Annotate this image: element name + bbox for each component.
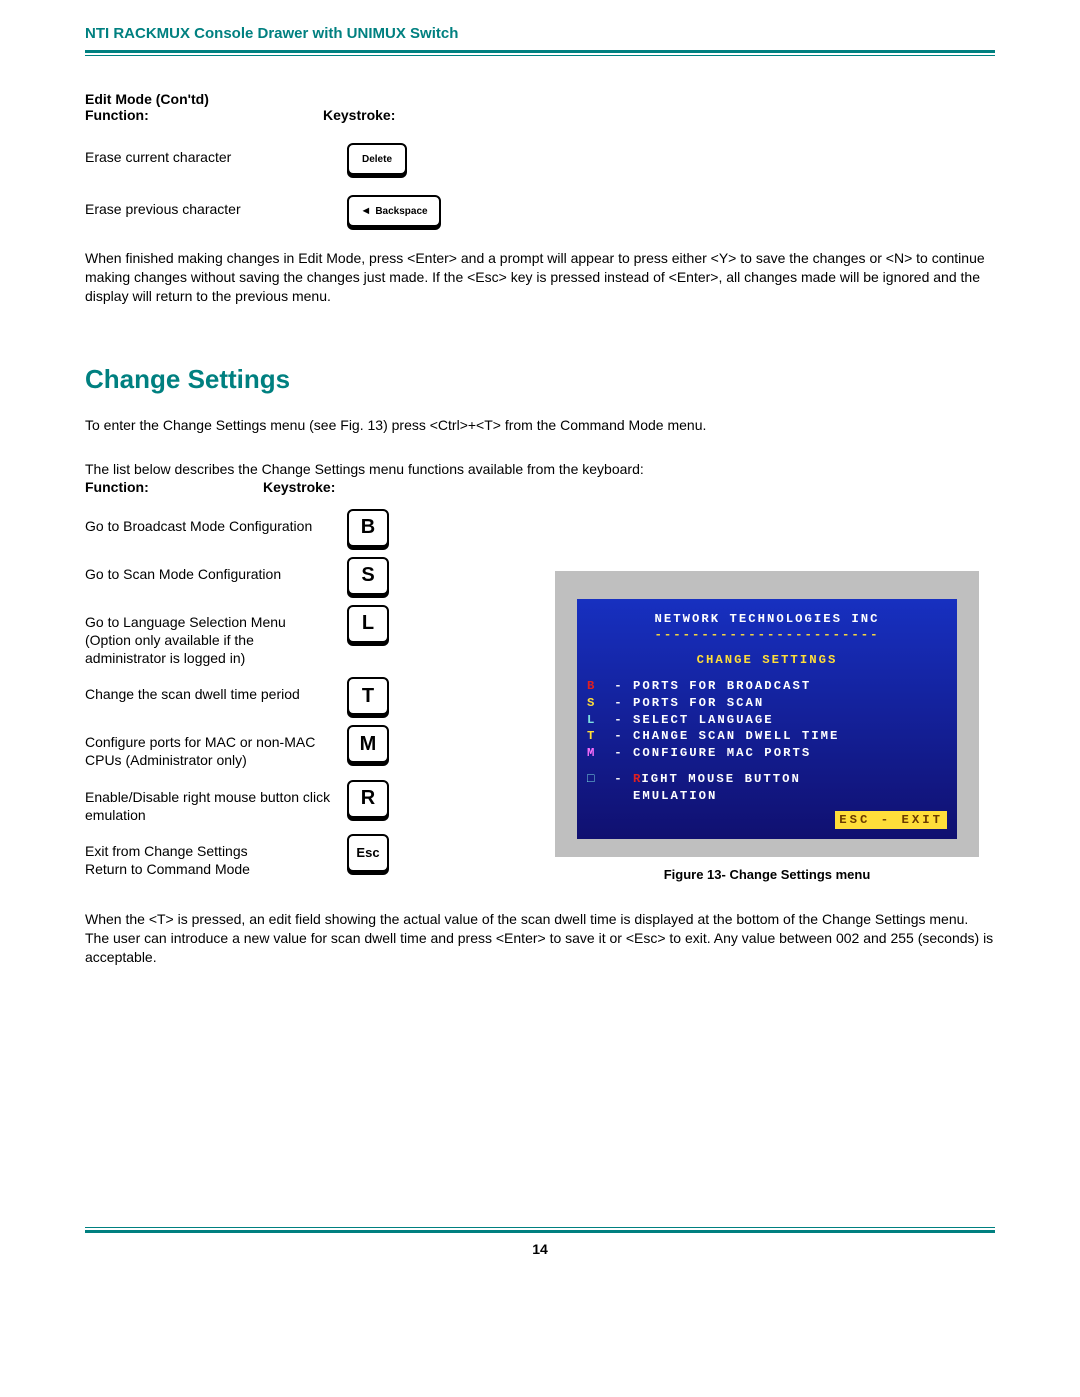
osd-item: □-RIGHT MOUSE BUTTON xyxy=(587,771,947,788)
settings-row-main: Go to Language Selection Menu xyxy=(85,614,286,630)
settings-row-label: Go to Scan Mode Configuration xyxy=(85,557,347,583)
footer-rule xyxy=(85,1227,995,1233)
osd-text: PORTS FOR BROADCAST xyxy=(633,678,811,695)
page-header-title: NTI RACKMUX Console Drawer with UNIMUX S… xyxy=(85,25,995,42)
edit-mode-title: Edit Mode (Con'td) xyxy=(85,91,995,107)
edit-row-label: Erase current character xyxy=(85,143,347,165)
change-settings-intro: To enter the Change Settings menu (see F… xyxy=(85,417,995,433)
arrow-left-icon: ◄ xyxy=(360,205,371,217)
edit-keystroke-header: Keystroke: xyxy=(323,107,395,123)
osd-item: M-CONFIGURE MAC PORTS xyxy=(587,745,947,762)
edit-mode-paragraph: When finished making changes in Edit Mod… xyxy=(85,249,995,306)
settings-row: Go to Scan Mode Configuration S xyxy=(85,557,505,595)
cs-function-header: Function: xyxy=(85,479,263,495)
change-settings-heading: Change Settings xyxy=(85,364,995,395)
osd-key: T xyxy=(587,728,605,745)
page-number: 14 xyxy=(85,1241,995,1257)
osd-screen: NETWORK TECHNOLOGIES INC ---------------… xyxy=(577,599,957,840)
settings-row-label: Enable/Disable right mouse button click … xyxy=(85,780,347,824)
figure-13: NETWORK TECHNOLOGIES INC ---------------… xyxy=(555,571,979,883)
settings-row-label: Go to Broadcast Mode Configuration xyxy=(85,509,347,535)
key-s-icon: S xyxy=(347,557,389,595)
edit-row: Erase previous character ◄ Backspace xyxy=(85,195,995,227)
change-settings-outro: When the <T> is pressed, an edit field s… xyxy=(85,910,995,967)
osd-key: L xyxy=(587,712,605,729)
cs-keystroke-header: Keystroke: xyxy=(263,479,335,495)
edit-function-header: Function: xyxy=(85,107,323,123)
osd-text: CONFIGURE MAC PORTS xyxy=(633,745,811,762)
settings-row: Go to Language Selection Menu (Option on… xyxy=(85,605,505,668)
osd-item: L-SELECT LANGUAGE xyxy=(587,712,947,729)
key-l-icon: L xyxy=(347,605,389,643)
osd-item: B-PORTS FOR BROADCAST xyxy=(587,678,947,695)
edit-row-label: Erase previous character xyxy=(85,195,347,217)
key-t-icon: T xyxy=(347,677,389,715)
osd-title: NETWORK TECHNOLOGIES INC xyxy=(587,611,947,628)
osd-exit: ESC - EXIT xyxy=(835,811,947,830)
settings-row: Enable/Disable right mouse button click … xyxy=(85,780,505,824)
change-settings-list-intro: The list below describes the Change Sett… xyxy=(85,461,995,477)
osd-frame: NETWORK TECHNOLOGIES INC ---------------… xyxy=(555,571,979,858)
settings-row-label: Configure ports for MAC or non-MAC CPUs … xyxy=(85,725,347,769)
osd-text: RIGHT MOUSE BUTTON xyxy=(633,771,801,788)
osd-item: T-CHANGE SCAN DWELL TIME xyxy=(587,728,947,745)
backspace-key-label: Backspace xyxy=(375,206,427,217)
settings-row-label: Change the scan dwell time period xyxy=(85,677,347,703)
osd-key: B xyxy=(587,678,605,695)
key-m-icon: M xyxy=(347,725,389,763)
osd-text: PORTS FOR SCAN xyxy=(633,695,764,712)
backspace-key-icon: ◄ Backspace xyxy=(347,195,441,227)
edit-row: Erase current character Delete xyxy=(85,143,995,175)
key-r-icon: R xyxy=(347,780,389,818)
osd-rb1: IGHT MOUSE BUTTON xyxy=(641,772,800,786)
key-b-icon: B xyxy=(347,509,389,547)
key-esc-icon: Esc xyxy=(347,834,389,872)
settings-row: Go to Broadcast Mode Configuration B xyxy=(85,509,505,547)
osd-key: S xyxy=(587,695,605,712)
osd-key: M xyxy=(587,745,605,762)
settings-row: Change the scan dwell time period T xyxy=(85,677,505,715)
settings-row: Configure ports for MAC or non-MAC CPUs … xyxy=(85,725,505,769)
header-rule xyxy=(85,50,995,56)
osd-item: -EMULATION xyxy=(587,788,947,805)
settings-row-label: Exit from Change Settings Return to Comm… xyxy=(85,834,347,878)
osd-text: CHANGE SCAN DWELL TIME xyxy=(633,728,839,745)
delete-key-icon: Delete xyxy=(347,143,407,175)
settings-function-list: Go to Broadcast Mode Configuration B Go … xyxy=(85,509,505,889)
figure-caption: Figure 13- Change Settings menu xyxy=(555,867,979,882)
settings-row: Exit from Change Settings Return to Comm… xyxy=(85,834,505,878)
settings-row-label: Go to Language Selection Menu (Option on… xyxy=(85,605,347,668)
osd-subtitle: CHANGE SETTINGS xyxy=(587,652,947,669)
osd-rb2: EMULATION xyxy=(633,788,717,805)
osd-key: □ xyxy=(587,771,605,788)
osd-text: SELECT LANGUAGE xyxy=(633,712,774,729)
osd-item: S-PORTS FOR SCAN xyxy=(587,695,947,712)
settings-row-sub: (Option only available if the administra… xyxy=(85,631,347,667)
osd-divider: ------------------------ xyxy=(587,627,947,644)
